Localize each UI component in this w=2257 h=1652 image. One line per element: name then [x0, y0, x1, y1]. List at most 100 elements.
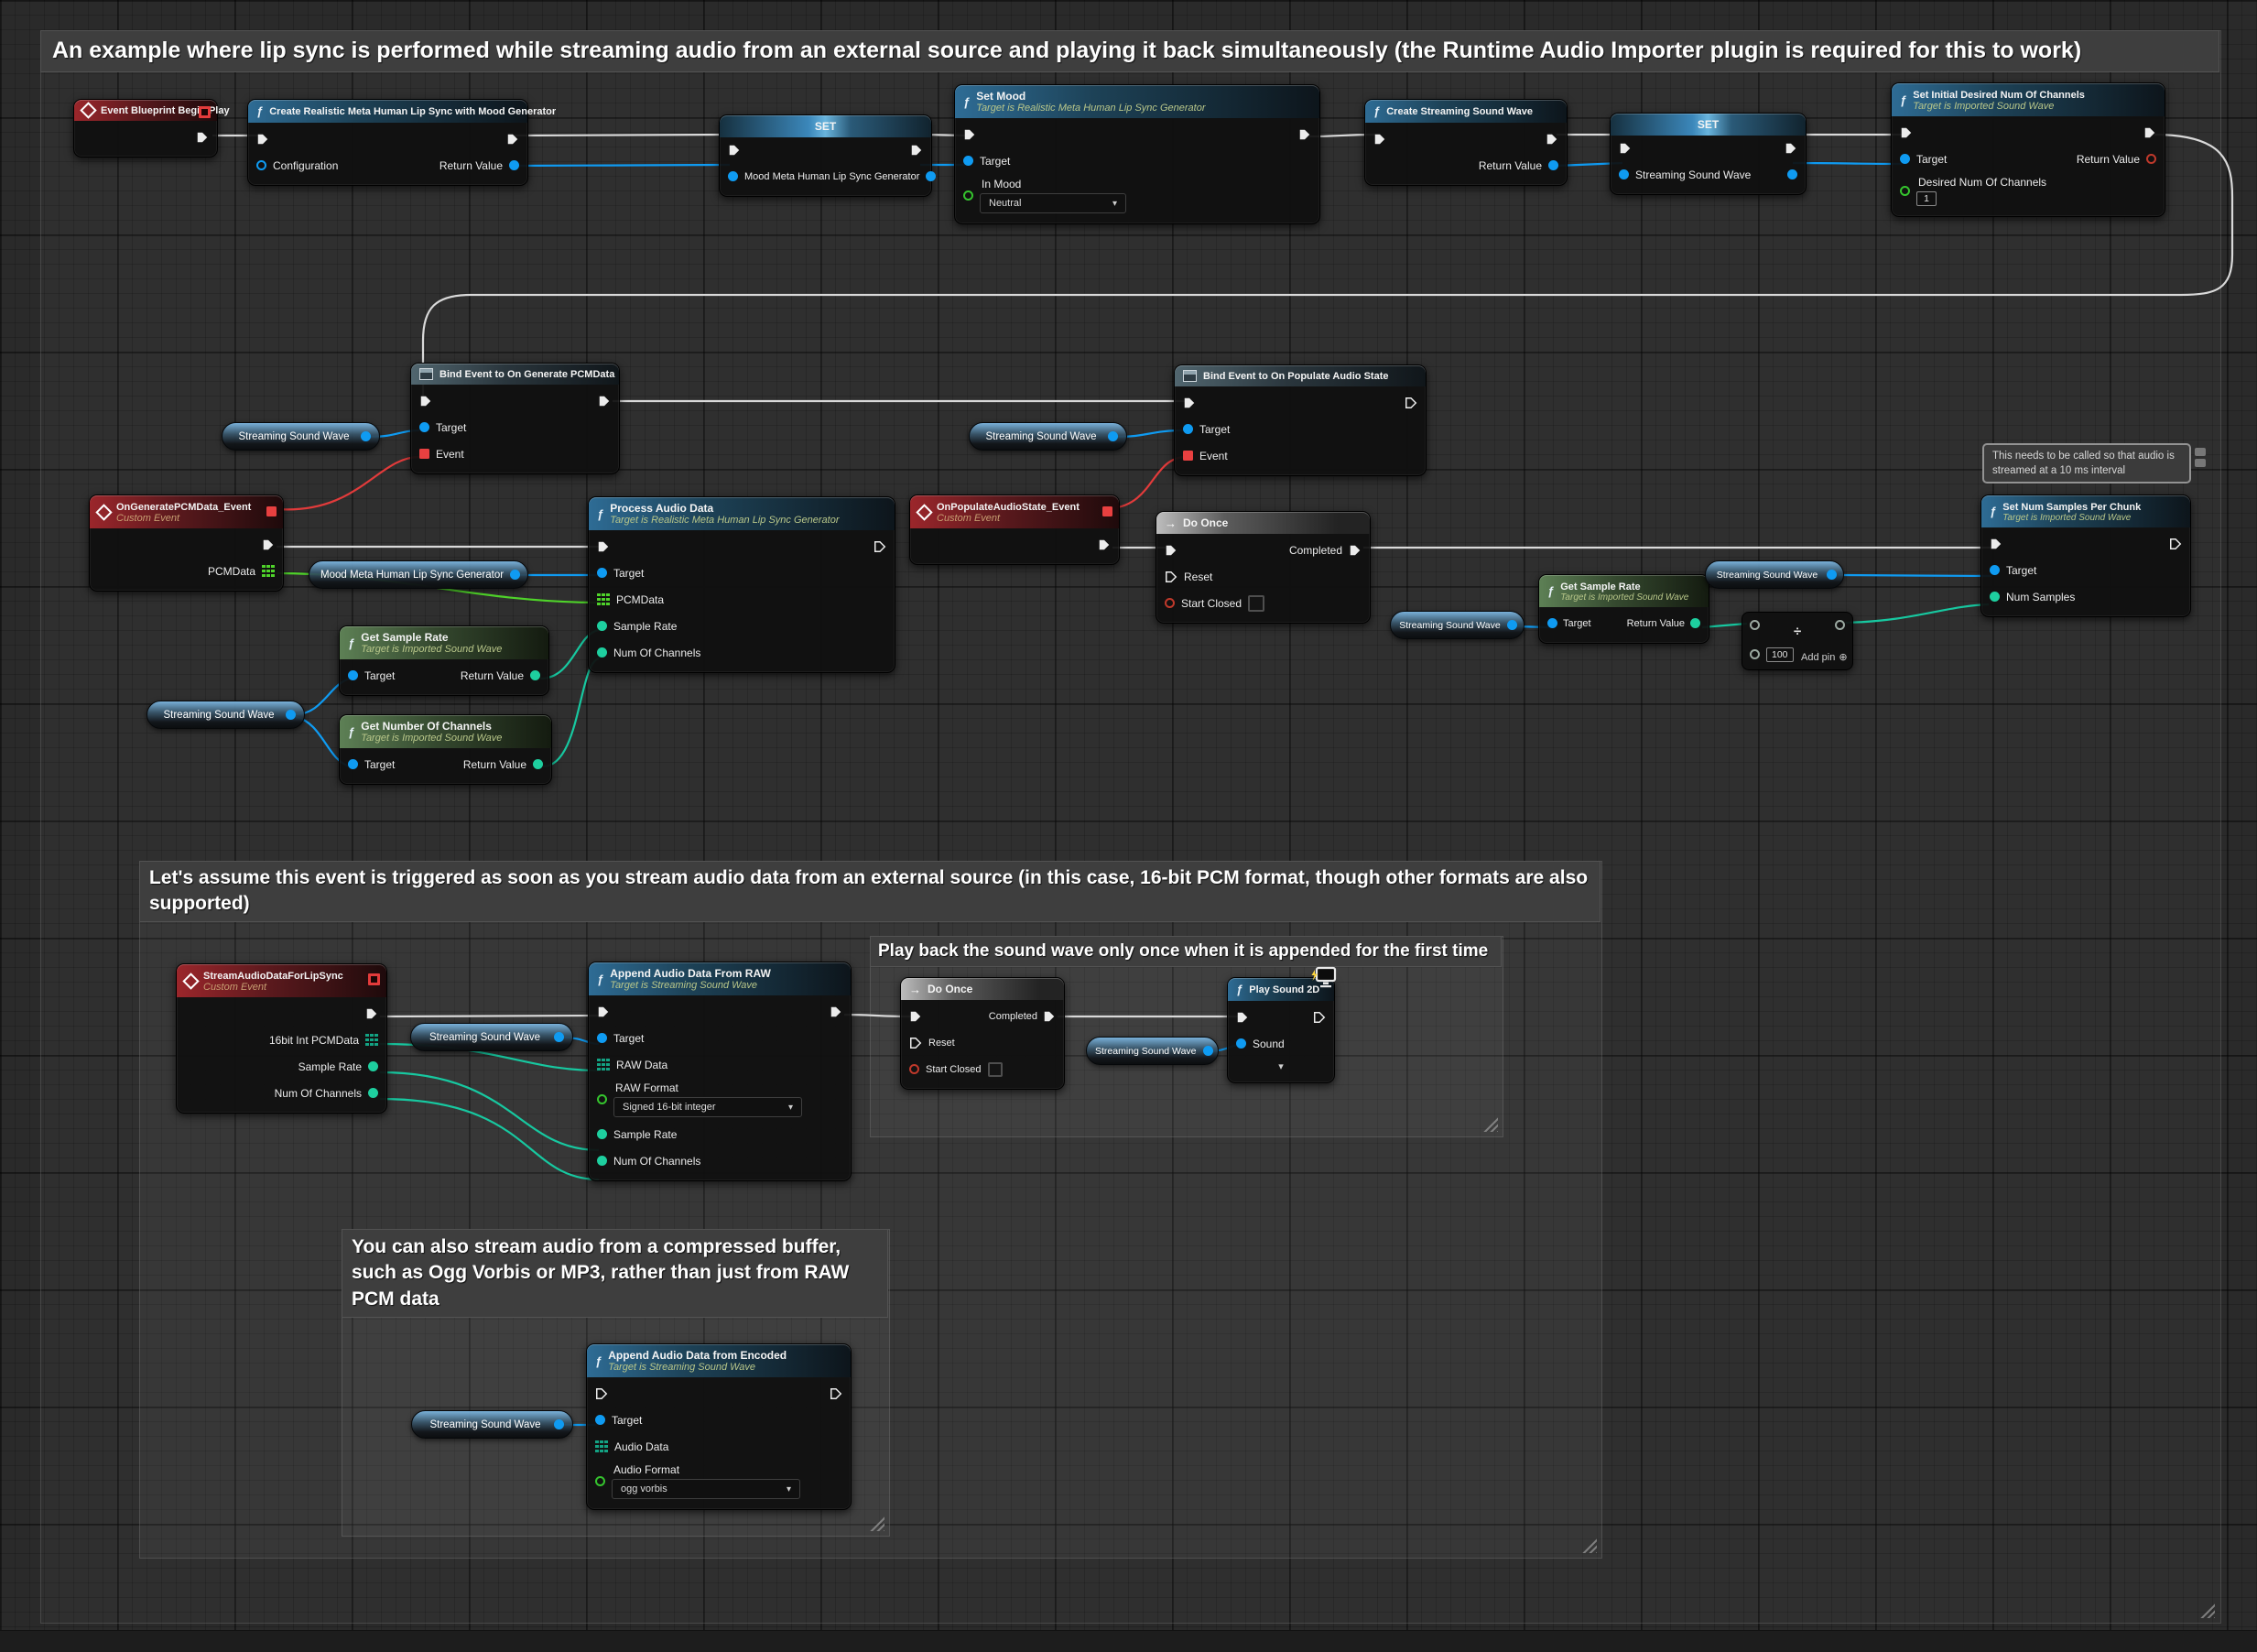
- exec-out-pin[interactable]: [1298, 128, 1311, 141]
- pill-streaming-sound-wave[interactable]: Streaming Sound Wave: [969, 422, 1127, 451]
- exec-out-pin[interactable]: [910, 144, 923, 157]
- object-pin[interactable]: [348, 759, 358, 769]
- bool-pin[interactable]: [2146, 154, 2156, 164]
- byte-array-pin[interactable]: [597, 593, 610, 606]
- pill-streaming-sound-wave[interactable]: Streaming Sound Wave: [222, 422, 380, 451]
- pill-streaming-sound-wave[interactable]: Streaming Sound Wave: [1705, 560, 1844, 589]
- wildcard-pin-out[interactable]: [1835, 620, 1845, 630]
- int-pin[interactable]: [597, 621, 607, 631]
- exec-in-pin[interactable]: [963, 128, 976, 141]
- object-pin[interactable]: [1548, 160, 1558, 170]
- exec-in-pin[interactable]: [1165, 544, 1177, 557]
- int-pin[interactable]: [1690, 618, 1700, 628]
- node-bind-on-generate-pcmdata[interactable]: Bind Event to On Generate PCMData Target…: [410, 363, 620, 474]
- node-on-generate-pcmdata-event[interactable]: OnGeneratePCMData_Event Custom Event PCM…: [89, 495, 284, 592]
- exec-out-pin[interactable]: [1349, 544, 1362, 557]
- exec-in-pin[interactable]: [1619, 142, 1632, 155]
- node-on-populate-audio-state-event[interactable]: OnPopulateAudioState_Event Custom Event: [909, 495, 1120, 565]
- enum-pin[interactable]: [963, 190, 973, 201]
- object-pin[interactable]: [256, 160, 266, 170]
- exec-in-pin[interactable]: [728, 144, 741, 157]
- node-get-number-of-channels[interactable]: ƒ Get Number Of Channels Target is Impor…: [339, 714, 552, 785]
- exec-out-pin[interactable]: [1785, 142, 1797, 155]
- node-do-once-2[interactable]: → Do Once Completed Reset Start Closed: [900, 977, 1065, 1090]
- delegate-pin[interactable]: [419, 449, 429, 459]
- exec-out-pin[interactable]: [1043, 1010, 1056, 1023]
- node-bind-on-populate-audio-state[interactable]: Bind Event to On Populate Audio State Ta…: [1174, 364, 1427, 476]
- delegate-pin[interactable]: [368, 973, 380, 985]
- node-get-sample-rate-left[interactable]: ƒ Get Sample Rate Target is Imported Sou…: [339, 625, 549, 696]
- node-get-sample-rate-right[interactable]: ƒ Get Sample Rate Target is Imported Sou…: [1538, 574, 1709, 644]
- pill-streaming-sound-wave[interactable]: Streaming Sound Wave: [1086, 1037, 1219, 1065]
- object-pin[interactable]: [963, 156, 973, 166]
- object-pin[interactable]: [1900, 154, 1910, 164]
- int-pin[interactable]: [368, 1088, 378, 1098]
- exec-in-pin[interactable]: [1236, 1011, 1249, 1024]
- object-pin[interactable]: [597, 568, 607, 578]
- bool-pin[interactable]: [1165, 598, 1175, 608]
- node-set-initial-desired-num-channels[interactable]: ƒ Set Initial Desired Num Of Channels Ta…: [1891, 82, 2165, 217]
- desired-channels-input[interactable]: 1: [1916, 191, 1937, 206]
- exec-out-pin[interactable]: [506, 133, 519, 146]
- node-append-audio-data-from-raw[interactable]: ƒ Append Audio Data From RAW Target is S…: [588, 962, 852, 1181]
- exec-out-pin[interactable]: [1546, 133, 1558, 146]
- object-pin[interactable]: [1183, 424, 1193, 434]
- int-pin[interactable]: [597, 1156, 607, 1166]
- exec-out-pin[interactable]: [830, 1387, 842, 1400]
- int-pin[interactable]: [1990, 592, 2000, 602]
- int-pin[interactable]: [597, 647, 607, 658]
- exec-in-pin[interactable]: [1165, 571, 1177, 583]
- object-pin[interactable]: [1236, 1038, 1246, 1049]
- exec-out-pin[interactable]: [830, 1005, 842, 1018]
- byte-array-pin[interactable]: [597, 1059, 610, 1071]
- node-do-once-1[interactable]: → Do Once Completed Reset Start Closed: [1156, 511, 1371, 624]
- int-pin[interactable]: [368, 1061, 378, 1071]
- comment-title-main[interactable]: An example where lip sync is performed w…: [40, 30, 2219, 72]
- blueprint-graph-canvas[interactable]: An example where lip sync is performed w…: [0, 0, 2257, 1652]
- wildcard-pin-a[interactable]: [1750, 620, 1760, 630]
- pill-streaming-sound-wave[interactable]: Streaming Sound Wave: [411, 1410, 573, 1439]
- object-pin[interactable]: [348, 670, 358, 680]
- node-create-lipsync-generator[interactable]: ƒ Create Realistic Meta Human Lip Sync w…: [247, 99, 528, 186]
- mood-dropdown[interactable]: Neutral ▾: [980, 193, 1126, 213]
- exec-out-pin[interactable]: [874, 540, 886, 553]
- node-set-num-samples-per-chunk[interactable]: ƒ Set Num Samples Per Chunk Target is Im…: [1980, 495, 2191, 617]
- comment-bubble-icon[interactable]: [2195, 459, 2206, 467]
- node-create-streaming-sound-wave[interactable]: ƒ Create Streaming Sound Wave Return Val…: [1364, 99, 1568, 186]
- node-process-audio-data[interactable]: ƒ Process Audio Data Target is Realistic…: [588, 496, 895, 673]
- exec-out-pin[interactable]: [1405, 397, 1417, 409]
- exec-in-pin[interactable]: [1990, 538, 2002, 550]
- exec-out-pin[interactable]: [2169, 538, 2182, 550]
- exec-out-pin[interactable]: [262, 538, 275, 551]
- exec-in-pin[interactable]: [1373, 133, 1386, 146]
- object-pin[interactable]: [595, 1415, 605, 1425]
- exec-in-pin[interactable]: [597, 1005, 610, 1018]
- node-set-mood-generator-variable[interactable]: SET Mood Meta Human Lip Sync Generator: [719, 114, 932, 197]
- exec-in-pin[interactable]: [595, 1387, 608, 1400]
- exec-in-pin[interactable]: [909, 1010, 922, 1023]
- node-comment-bubble[interactable]: This needs to be called so that audio is…: [1982, 443, 2191, 484]
- byte-array-pin[interactable]: [595, 1440, 608, 1453]
- pill-mood-generator[interactable]: Mood Meta Human Lip Sync Generator: [309, 560, 528, 589]
- object-pin[interactable]: [554, 1419, 564, 1429]
- exec-out-pin[interactable]: [1098, 538, 1111, 551]
- exec-out-pin[interactable]: [598, 395, 611, 408]
- exec-in-pin[interactable]: [1183, 397, 1196, 409]
- bool-pin[interactable]: [909, 1064, 919, 1074]
- object-pin[interactable]: [509, 160, 519, 170]
- add-pin-button[interactable]: Add pin ⊕: [1801, 651, 1848, 663]
- object-pin[interactable]: [728, 171, 738, 181]
- exec-in-pin[interactable]: [597, 540, 610, 553]
- start-closed-checkbox[interactable]: [988, 1062, 1003, 1077]
- pill-streaming-sound-wave[interactable]: Streaming Sound Wave: [146, 701, 305, 729]
- object-pin[interactable]: [1787, 169, 1797, 179]
- pin-icon[interactable]: [2195, 448, 2206, 456]
- delegate-pin[interactable]: [266, 506, 277, 516]
- node-event-begin-play[interactable]: Event Blueprint Begin Play: [73, 99, 218, 158]
- byte-pin[interactable]: [1900, 186, 1910, 196]
- exec-in-pin[interactable]: [1900, 126, 1913, 139]
- node-set-mood[interactable]: ƒ Set Mood Target is Realistic Meta Huma…: [954, 84, 1320, 224]
- object-pin[interactable]: [1547, 618, 1557, 628]
- pill-streaming-sound-wave[interactable]: Streaming Sound Wave: [1390, 611, 1525, 639]
- node-play-sound-2d[interactable]: ƒ Play Sound 2D Sound ▾: [1227, 977, 1335, 1083]
